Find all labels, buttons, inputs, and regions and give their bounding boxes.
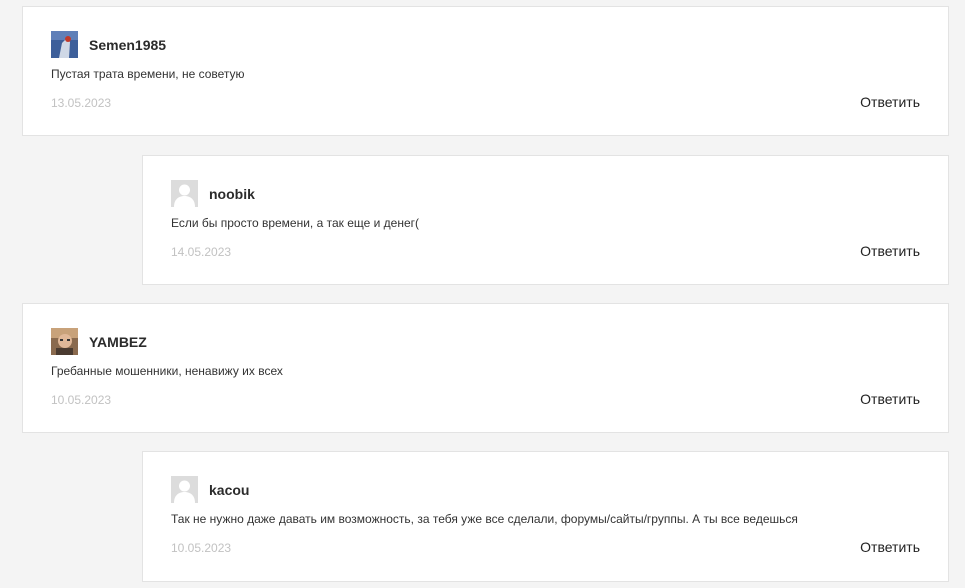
- comment-header: kacou: [171, 476, 249, 503]
- comment-date: 13.05.2023: [51, 96, 112, 110]
- comment-card: noobik Если бы просто времени, а так еще…: [142, 155, 949, 285]
- comment-date: 14.05.2023: [171, 245, 232, 259]
- comment-author[interactable]: Semen1985: [89, 37, 166, 53]
- reply-button[interactable]: Ответить: [860, 391, 920, 407]
- comment-author[interactable]: YAMBEZ: [89, 334, 147, 350]
- avatar-icon[interactable]: [51, 328, 78, 355]
- comment-date: 10.05.2023: [51, 393, 112, 407]
- comment-text: Если бы просто времени, а так еще и дене…: [171, 216, 420, 230]
- reply-button[interactable]: Ответить: [860, 539, 920, 555]
- comment-date: 10.05.2023: [171, 541, 232, 555]
- comment-author[interactable]: kacou: [209, 482, 249, 498]
- comment-header: Semen1985: [51, 31, 166, 58]
- comment-card: Semen1985 Пустая трата времени, не совет…: [22, 6, 949, 136]
- comment-text: Гребанные мошенники, ненавижу их всех: [51, 364, 283, 378]
- reply-button[interactable]: Ответить: [860, 243, 920, 259]
- avatar-icon[interactable]: [51, 31, 78, 58]
- comment-card: kacou Так не нужно даже давать им возмож…: [142, 451, 949, 582]
- comment-header: YAMBEZ: [51, 328, 147, 355]
- default-avatar-icon[interactable]: [171, 180, 198, 207]
- comment-author[interactable]: noobik: [209, 186, 255, 202]
- comment-text: Так не нужно даже давать им возможность,…: [171, 512, 798, 526]
- comment-card: YAMBEZ Гребанные мошенники, ненавижу их …: [22, 303, 949, 433]
- comment-text: Пустая трата времени, не советую: [51, 67, 245, 81]
- comment-header: noobik: [171, 180, 255, 207]
- reply-button[interactable]: Ответить: [860, 94, 920, 110]
- default-avatar-icon[interactable]: [171, 476, 198, 503]
